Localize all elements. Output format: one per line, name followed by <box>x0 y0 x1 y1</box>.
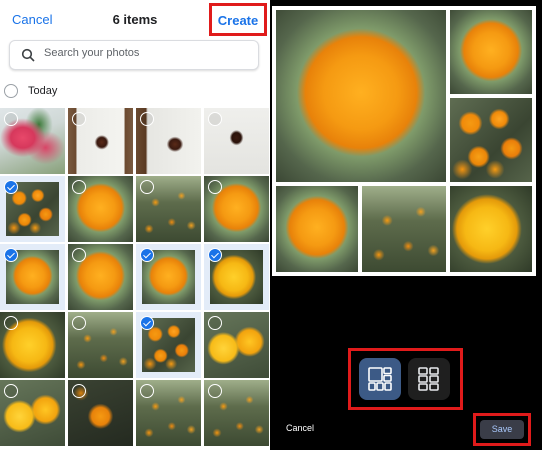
collage-tile[interactable] <box>450 10 532 94</box>
checked-circle-icon[interactable] <box>208 248 222 262</box>
unchecked-circle-icon[interactable] <box>208 316 222 330</box>
layout-grid-button[interactable] <box>408 358 450 400</box>
unchecked-circle-icon[interactable] <box>140 384 154 398</box>
photo-picker-panel: Cancel 6 items Create Today <box>0 0 270 450</box>
photo-thumbnail[interactable] <box>68 176 133 242</box>
unchecked-circle-icon[interactable] <box>72 316 86 330</box>
unchecked-circle-icon[interactable] <box>208 180 222 194</box>
layout-collage-button[interactable] <box>359 358 401 400</box>
search-bar[interactable] <box>9 40 259 70</box>
layout-grid-icon <box>418 367 439 391</box>
unchecked-circle-icon[interactable] <box>208 112 222 126</box>
photo-thumbnail[interactable] <box>204 176 269 242</box>
unchecked-circle-icon[interactable] <box>72 112 86 126</box>
checked-circle-icon[interactable] <box>4 248 18 262</box>
save-button[interactable]: Save <box>480 420 524 439</box>
collage-tile[interactable] <box>276 10 446 182</box>
unchecked-circle-icon[interactable] <box>4 316 18 330</box>
photo-thumbnail[interactable] <box>136 244 201 310</box>
photo-thumbnail[interactable] <box>0 312 65 378</box>
collage-tile[interactable] <box>276 186 358 272</box>
photo-thumbnail[interactable] <box>68 108 133 174</box>
unchecked-circle-icon[interactable] <box>72 248 86 262</box>
unchecked-circle-icon[interactable] <box>140 180 154 194</box>
photo-thumbnail[interactable] <box>204 108 269 174</box>
section-label: Today <box>28 85 58 97</box>
unchecked-circle-icon[interactable] <box>72 384 86 398</box>
date-section-header: Today <box>0 82 270 102</box>
unchecked-circle-icon[interactable] <box>4 112 18 126</box>
collage-tile[interactable] <box>362 186 446 272</box>
photo-thumbnail[interactable] <box>136 176 201 242</box>
unchecked-circle-icon[interactable] <box>208 384 222 398</box>
checked-circle-icon[interactable] <box>4 180 18 194</box>
unchecked-circle-icon[interactable] <box>72 180 86 194</box>
photo-thumbnail[interactable] <box>136 108 201 174</box>
checked-circle-icon[interactable] <box>140 316 154 330</box>
photo-thumbnail[interactable] <box>0 176 65 242</box>
collage-tile[interactable] <box>450 186 532 272</box>
photo-thumbnail[interactable] <box>68 380 133 446</box>
photo-thumbnail[interactable] <box>204 244 269 310</box>
collage-preview <box>272 6 536 276</box>
photo-thumbnail[interactable] <box>136 312 201 378</box>
unchecked-circle-icon[interactable] <box>140 112 154 126</box>
search-input[interactable] <box>44 47 244 59</box>
collage-tile[interactable] <box>450 98 532 182</box>
picker-top-bar: Cancel 6 items Create <box>0 0 270 38</box>
layout-options-highlight <box>348 348 463 410</box>
photo-thumbnail[interactable] <box>68 312 133 378</box>
collage-cancel-button[interactable]: Cancel <box>286 423 314 433</box>
photo-thumbnail[interactable] <box>136 380 201 446</box>
create-highlight: Create <box>209 3 267 36</box>
photo-thumbnail[interactable] <box>204 380 269 446</box>
photo-thumbnail[interactable] <box>0 244 65 310</box>
photo-thumbnail[interactable] <box>0 108 65 174</box>
photo-thumbnail[interactable] <box>204 312 269 378</box>
unchecked-circle-icon[interactable] <box>4 384 18 398</box>
photo-thumbnail[interactable] <box>0 380 65 446</box>
layout-collage-icon <box>368 367 392 391</box>
search-icon <box>21 48 35 62</box>
checked-circle-icon[interactable] <box>140 248 154 262</box>
create-button[interactable]: Create <box>212 13 264 28</box>
photo-thumbnail[interactable] <box>68 244 133 310</box>
save-highlight: Save <box>473 413 531 446</box>
select-all-checkbox[interactable] <box>4 84 18 98</box>
